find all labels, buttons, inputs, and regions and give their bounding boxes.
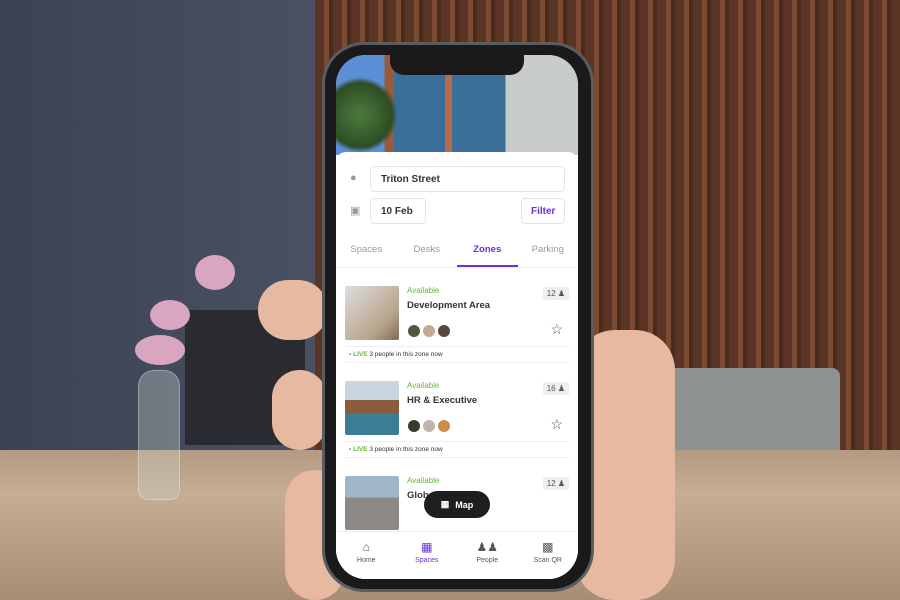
nav-label: Spaces xyxy=(415,557,439,564)
hand-finger xyxy=(258,280,328,340)
favorite-star-icon[interactable]: ☆ xyxy=(550,416,563,433)
zone-name: HR & Executive xyxy=(407,395,478,406)
status-label: Available xyxy=(407,286,440,295)
live-label: LIVE xyxy=(353,351,368,358)
building-icon: ▦ xyxy=(421,540,433,554)
live-status: • LIVE 3 people in this zone now xyxy=(345,441,569,458)
hand-finger xyxy=(272,370,327,450)
map-label: Map xyxy=(455,499,474,510)
tab-desks[interactable]: Desks xyxy=(397,240,458,267)
nav-label: People xyxy=(476,557,499,564)
map-button[interactable]: ▦ Map xyxy=(424,491,490,518)
nav-home[interactable]: ⌂ Home xyxy=(336,532,397,579)
flower xyxy=(135,335,185,365)
zone-card[interactable]: Available HR & Executive 16 ♟ ☆ • LIVE 3… xyxy=(345,381,569,471)
capacity-count: 16 xyxy=(546,384,556,393)
avatar xyxy=(437,324,451,338)
status-label: Available xyxy=(407,381,440,390)
favorite-star-icon[interactable]: ☆ xyxy=(550,321,563,338)
app-screen: ● Triton Street ▣ 10 Feb Filter Spaces D… xyxy=(336,55,578,579)
people-icon: ♟ xyxy=(557,384,565,393)
avatar-group xyxy=(407,419,452,433)
zone-thumbnail xyxy=(345,476,399,530)
avatar-group xyxy=(407,324,452,338)
location-input[interactable]: Triton Street xyxy=(370,166,565,192)
people-icon: ♟♟ xyxy=(476,540,498,554)
location-pin-icon: ● xyxy=(350,172,357,184)
avatar xyxy=(422,419,436,433)
map-icon: ▦ xyxy=(440,499,450,509)
avatar xyxy=(437,419,451,433)
nav-label: Home xyxy=(356,557,376,564)
vase xyxy=(138,370,180,500)
status-label: Available xyxy=(407,476,440,485)
tab-parking[interactable]: Parking xyxy=(518,240,579,267)
home-icon: ⌂ xyxy=(362,540,370,554)
zone-thumbnail xyxy=(345,286,399,340)
avatar xyxy=(422,324,436,338)
avatar xyxy=(407,419,421,433)
avatar xyxy=(407,324,421,338)
nav-spaces[interactable]: ▦ Spaces xyxy=(397,532,458,579)
date-input[interactable]: 10 Feb xyxy=(370,198,426,224)
tab-spaces[interactable]: Spaces xyxy=(336,240,397,267)
tab-bar: Spaces Desks Zones Parking xyxy=(336,240,578,268)
capacity-badge: 12 ♟ xyxy=(542,477,569,490)
live-label: LIVE xyxy=(353,446,368,453)
capacity-badge: 12 ♟ xyxy=(542,287,569,300)
live-status: • LIVE 3 people in this zone now xyxy=(345,346,569,363)
flower xyxy=(195,255,235,290)
live-text: 3 people in this zone now xyxy=(369,446,443,453)
tab-zones[interactable]: Zones xyxy=(457,240,518,267)
bottom-nav: ⌂ Home ▦ Spaces ♟♟ People ▩ Scan QR xyxy=(336,531,578,579)
capacity-badge: 16 ♟ xyxy=(542,382,569,395)
filter-button[interactable]: Filter xyxy=(521,198,565,224)
nav-label: Scan QR xyxy=(533,557,562,564)
zone-thumbnail xyxy=(345,381,399,435)
flower xyxy=(150,300,190,330)
nav-scan-qr[interactable]: ▩ Scan QR xyxy=(518,532,579,579)
capacity-count: 12 xyxy=(546,289,556,298)
capacity-count: 12 xyxy=(546,479,556,488)
calendar-icon: ▣ xyxy=(350,205,361,217)
zone-name: Development Area xyxy=(407,300,491,311)
phone-notch xyxy=(390,55,524,75)
qr-icon: ▩ xyxy=(542,540,554,554)
people-icon: ♟ xyxy=(557,289,565,298)
zone-card[interactable]: Available Development Area 12 ♟ ☆ • LIVE… xyxy=(345,286,569,376)
live-text: 3 people in this zone now xyxy=(369,351,443,358)
nav-people[interactable]: ♟♟ People xyxy=(457,532,518,579)
people-icon: ♟ xyxy=(557,479,565,488)
